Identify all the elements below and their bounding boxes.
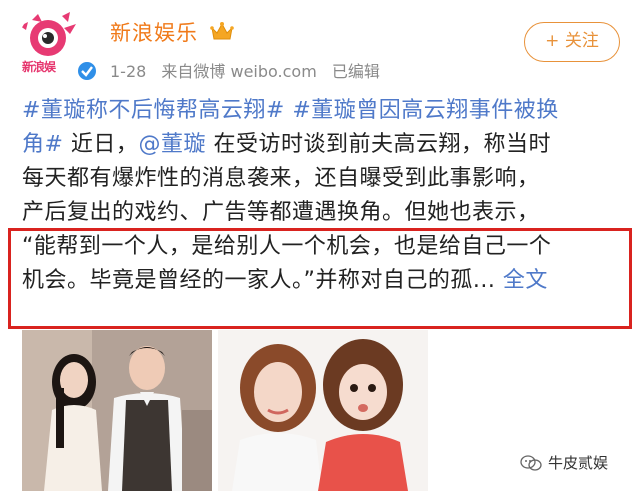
author-name[interactable]: 新浪娱乐 xyxy=(110,17,198,47)
crown-icon xyxy=(210,22,234,40)
post-text-segment: 近日， xyxy=(63,132,139,157)
verified-icon xyxy=(76,60,98,82)
post-line: 角# 近日，@董璇 在受访时谈到前夫高云翔，称当时 xyxy=(22,128,622,162)
watermark: 牛皮贰娱 xyxy=(520,452,608,473)
highlight-box xyxy=(8,228,632,329)
edited-label: 已编辑 xyxy=(331,62,380,81)
photo-mother-daughter[interactable] xyxy=(218,330,428,491)
author-avatar[interactable]: 新浪娱 xyxy=(18,8,100,90)
post-source: 来自微博 weibo.com xyxy=(161,62,317,81)
hashtag-link[interactable]: #董璇曾因高云翔事件被换 xyxy=(292,98,558,123)
follow-button[interactable]: + 关注 xyxy=(524,22,620,62)
hashtag-link[interactable]: 角# xyxy=(22,132,63,157)
hashtag-link[interactable]: #董璇称不后悔帮高云翔# xyxy=(22,98,285,123)
post-meta: 1-28 来自微博 weibo.com 已编辑 xyxy=(110,58,390,82)
wechat-icon xyxy=(520,455,542,471)
mention-link[interactable]: @董璇 xyxy=(138,132,206,157)
post-text-segment: 产后复出的戏约、广告等都遭遇换角。但她也表示， xyxy=(22,200,540,225)
photo-couple[interactable] xyxy=(22,330,212,491)
post-line: 产后复出的戏约、广告等都遭遇换角。但她也表示， xyxy=(22,196,622,230)
post-line: #董璇称不后悔帮高云翔# #董璇曾因高云翔事件被换 xyxy=(22,94,622,128)
post-date: 1-28 xyxy=(110,62,147,81)
post-text-segment: 在受访时谈到前夫高云翔，称当时 xyxy=(205,132,551,157)
post-text-segment: 每天都有爆炸性的消息袭来，还自曝受到此事影响， xyxy=(22,166,540,191)
post-line: 每天都有爆炸性的消息袭来，还自曝受到此事影响， xyxy=(22,162,622,196)
watermark-text: 牛皮贰娱 xyxy=(548,454,609,472)
logo-text: 新浪娱 xyxy=(22,60,56,74)
